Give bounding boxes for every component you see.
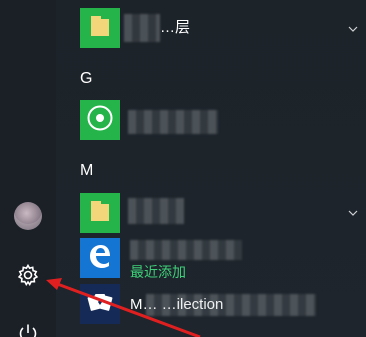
annotation-arrow bbox=[46, 278, 201, 337]
start-menu: …层 G M 最近添加 M… bbox=[0, 0, 366, 337]
